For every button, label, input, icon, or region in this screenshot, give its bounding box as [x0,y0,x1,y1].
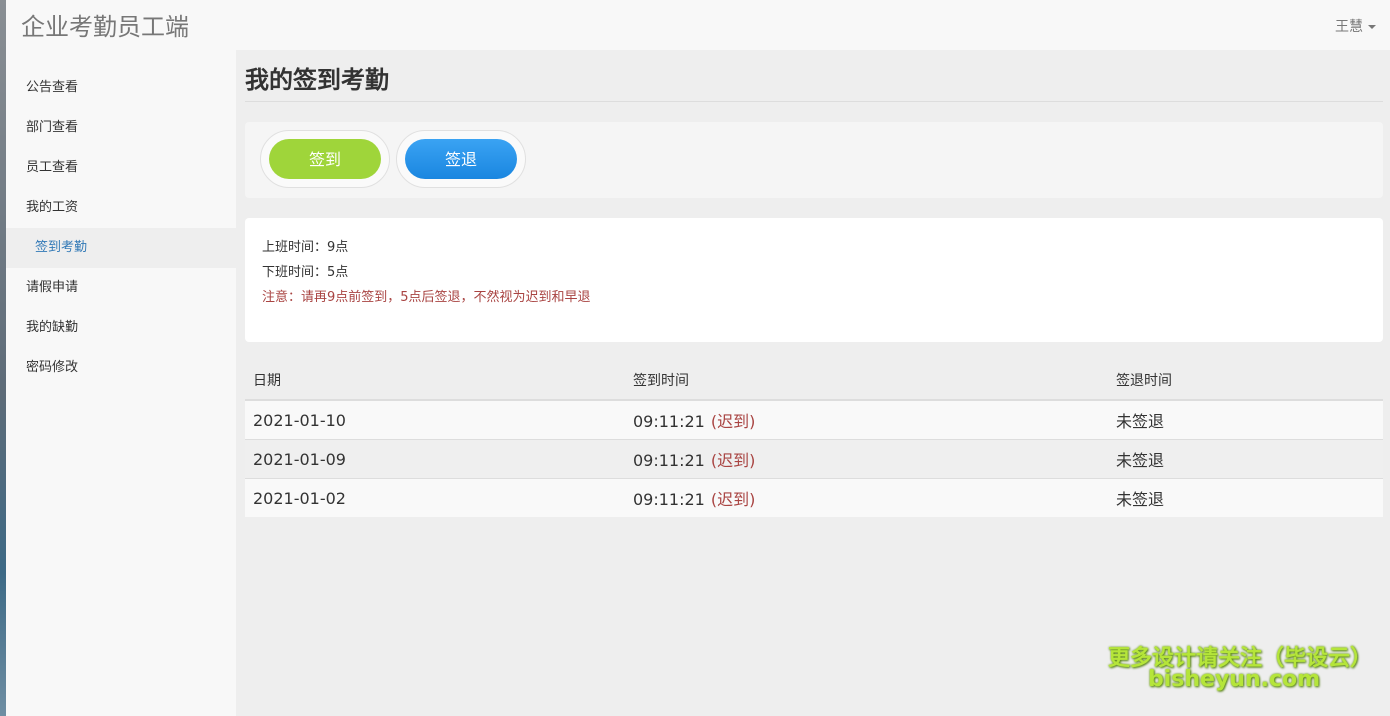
sidebar-item-change-password[interactable]: 密码修改 [6,348,236,388]
sidebar-item-employees[interactable]: 员工查看 [6,148,236,188]
cell-checkin: 09:11:21 (迟到) [625,399,1108,440]
sidebar: 公告查看 部门查看 员工查看 我的工资 签到考勤 请假申请 我的缺勤 密码修改 [6,50,236,716]
info-panel: 上班时间：9点 下班时间：5点 注意：请再9点前签到，5点后签退，不然视为迟到和… [245,218,1383,342]
sidebar-item-my-absence[interactable]: 我的缺勤 [6,308,236,348]
action-panel: 签到 签退 [245,122,1383,198]
page-title: 我的签到考勤 [245,66,389,94]
attendance-table: 日期 签到时间 签退时间 2021-01-10 09:11:21 (迟到) 未签退… [245,361,1383,517]
table-row: 2021-01-02 09:11:21 (迟到) 未签退 [245,478,1383,517]
sidebar-item-attendance[interactable]: 签到考勤 [6,228,236,268]
main-content: 我的签到考勤 签到 签退 上班时间：9点 下班时间：5点 注意：请再9点前签到，… [245,50,1383,517]
cell-checkout: 未签退 [1108,399,1383,440]
cell-date: 2021-01-10 [245,399,625,440]
top-navbar: 企业考勤员工端 王慧 [6,0,1390,50]
caret-down-icon [1368,25,1376,29]
column-header-date: 日期 [245,361,625,401]
attendance-notice: 注意：请再9点前签到，5点后签退，不然视为迟到和早退 [262,290,591,305]
checkout-button[interactable]: 签退 [405,139,517,179]
app-title[interactable]: 企业考勤员工端 [21,7,189,42]
divider [245,101,1383,102]
checkin-button[interactable]: 签到 [269,139,381,179]
cell-checkin: 09:11:21 (迟到) [625,478,1108,517]
late-status: (迟到) [710,412,756,431]
checkin-time: 09:11:21 [633,451,705,470]
late-status: (迟到) [710,451,756,470]
cell-date: 2021-01-09 [245,439,625,479]
user-menu[interactable]: 王慧 [1335,16,1376,36]
work-start-time: 上班时间：9点 [262,240,349,255]
late-status: (迟到) [710,490,756,509]
watermark-url: bisheyun.com [1148,667,1321,692]
cell-checkout: 未签退 [1108,478,1383,517]
table-row: 2021-01-10 09:11:21 (迟到) 未签退 [245,399,1383,440]
checkin-time: 09:11:21 [633,490,705,509]
checkin-time: 09:11:21 [633,412,705,431]
cell-date: 2021-01-02 [245,478,625,517]
column-header-checkin-time: 签到时间 [625,361,1108,401]
column-header-checkout-time: 签退时间 [1108,361,1383,401]
table-header-row: 日期 签到时间 签退时间 [245,361,1383,401]
sidebar-item-departments[interactable]: 部门查看 [6,108,236,148]
user-name: 王慧 [1335,19,1363,35]
sidebar-item-announcements[interactable]: 公告查看 [6,68,236,108]
checkin-button-frame: 签到 [260,130,390,188]
sidebar-menu: 公告查看 部门查看 员工查看 我的工资 签到考勤 请假申请 我的缺勤 密码修改 [6,50,236,388]
sidebar-item-my-salary[interactable]: 我的工资 [6,188,236,228]
cell-checkin: 09:11:21 (迟到) [625,439,1108,479]
sidebar-item-leave-request[interactable]: 请假申请 [6,268,236,308]
cell-checkout: 未签退 [1108,439,1383,479]
table-row: 2021-01-09 09:11:21 (迟到) 未签退 [245,439,1383,479]
work-end-time: 下班时间：5点 [262,265,349,280]
checkout-button-frame: 签退 [396,130,526,188]
